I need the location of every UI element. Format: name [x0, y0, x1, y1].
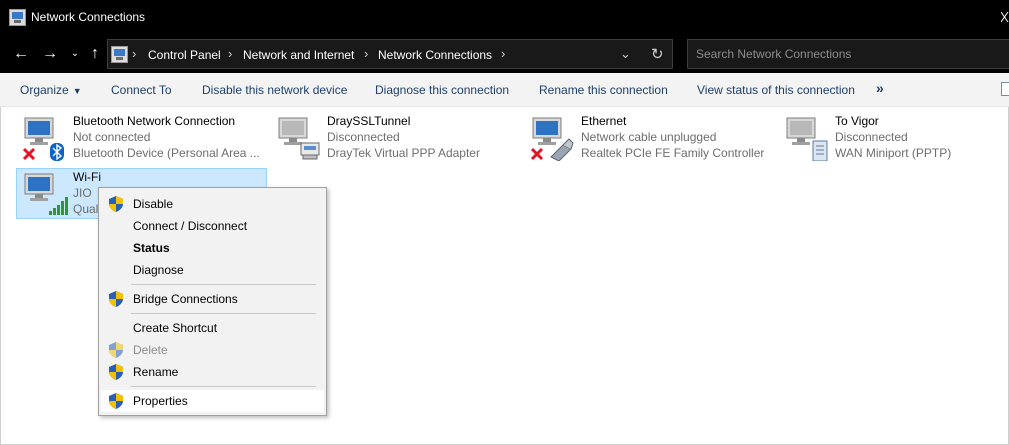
address-dropdown-chevron-icon[interactable]: ⌄	[620, 46, 631, 62]
breadcrumb-separator-icon[interactable]: ›	[364, 46, 368, 61]
title-bar: Network Connections	[0, 0, 1009, 36]
connection-name: Ethernet	[581, 114, 627, 128]
forward-arrow-icon[interactable]: →	[39, 44, 61, 64]
menu-item-label: Bridge Connections	[133, 292, 238, 306]
address-bar-row: ← → ⌄ ↑ › Control Panel › Network and In…	[0, 36, 1009, 73]
menu-item-properties[interactable]: Properties	[101, 390, 324, 412]
menu-separator	[131, 284, 316, 285]
menu-item-disable[interactable]: Disable	[101, 193, 324, 215]
uac-shield-icon	[109, 196, 123, 212]
menu-item-status[interactable]: Status	[101, 237, 324, 259]
ethernet-adapter-icon	[530, 117, 574, 161]
menu-item-label: Create Shortcut	[133, 321, 218, 335]
wan-miniport-icon	[786, 117, 828, 161]
search-box[interactable]	[687, 39, 1009, 69]
menu-item-rename[interactable]: Rename	[101, 361, 324, 383]
breadcrumb-network-and-internet[interactable]: Network and Internet	[243, 48, 354, 62]
connection-name: DraySSLTunnel	[327, 114, 411, 128]
menu-item-label: Properties	[133, 394, 188, 408]
vpn-adapter-icon	[278, 117, 320, 160]
address-breadcrumb[interactable]: › Control Panel › Network and Internet ›…	[107, 39, 673, 69]
organize-menu-button[interactable]: Organize ▼	[20, 83, 82, 97]
recent-locations-chevron-icon[interactable]: ⌄	[64, 44, 86, 64]
menu-item-create-shortcut[interactable]: Create Shortcut	[101, 317, 324, 339]
search-input[interactable]	[688, 40, 1009, 68]
breadcrumb-separator-icon[interactable]: ›	[501, 46, 505, 61]
menu-separator	[131, 386, 316, 387]
connection-device: DrayTek Virtual PPP Adapter	[327, 146, 480, 160]
disable-device-button[interactable]: Disable this network device	[202, 83, 347, 97]
connection-status: Network cable unplugged	[581, 130, 717, 144]
connection-device: WAN Miniport (PPTP)	[835, 146, 952, 160]
change-view-icon[interactable]	[1001, 82, 1009, 96]
uac-shield-icon	[109, 393, 123, 409]
view-status-button[interactable]: View status of this connection	[697, 83, 855, 97]
connection-bluetooth[interactable]: Bluetooth Network Connection Not connect…	[17, 113, 269, 163]
breadcrumb-separator-icon[interactable]: ›	[228, 46, 232, 61]
bluetooth-adapter-icon	[22, 117, 64, 161]
menu-item-label: Rename	[133, 365, 179, 379]
connection-device: Realtek PCIe FE Family Controller	[581, 146, 765, 160]
close-icon[interactable]	[1001, 10, 1009, 24]
connect-to-button[interactable]: Connect To	[111, 83, 172, 97]
connection-status: JIO	[73, 186, 92, 200]
menu-item-delete: Delete	[101, 339, 324, 361]
connection-name: Bluetooth Network Connection	[73, 114, 236, 128]
command-bar: Organize ▼ Connect To Disable this networ…	[0, 73, 1009, 107]
connection-name: To Vigor	[835, 114, 879, 128]
breadcrumb-network-connections[interactable]: Network Connections	[378, 48, 492, 62]
uac-shield-icon	[109, 291, 123, 307]
connection-status: Disconnected	[327, 130, 400, 144]
connection-status: Not connected	[73, 130, 151, 144]
dropdown-caret-icon: ▼	[72, 86, 82, 96]
menu-item-label: Delete	[133, 343, 168, 357]
menu-item-label: Connect / Disconnect	[133, 219, 248, 233]
diagnose-connection-button[interactable]: Diagnose this connection	[375, 83, 509, 97]
connection-to-vigor[interactable]: To Vigor Disconnected WAN Miniport (PPTP…	[779, 113, 1009, 163]
menu-item-bridge-connections[interactable]: Bridge Connections	[101, 288, 324, 310]
control-panel-icon	[111, 46, 128, 63]
organize-label: Organize	[20, 83, 69, 97]
breadcrumb-control-panel[interactable]: Control Panel	[148, 48, 221, 62]
connection-name: Wi-Fi	[73, 170, 101, 184]
menu-item-connect-disconnect[interactable]: Connect / Disconnect	[101, 215, 324, 237]
uac-shield-icon	[109, 364, 123, 380]
connection-drayssltunnel[interactable]: DraySSLTunnel Disconnected DrayTek Virtu…	[271, 113, 523, 163]
context-menu: Disable Connect / Disconnect Status Diag…	[98, 187, 327, 416]
menu-separator	[131, 313, 316, 314]
window-title: Network Connections	[31, 10, 146, 24]
menu-item-diagnose[interactable]: Diagnose	[101, 259, 324, 281]
up-arrow-icon[interactable]: ↑	[84, 44, 106, 64]
menu-item-label: Diagnose	[133, 263, 184, 277]
menu-item-label: Status	[133, 241, 170, 255]
connection-ethernet[interactable]: Ethernet Network cable unplugged Realtek…	[525, 113, 777, 163]
more-commands-button[interactable]: »	[876, 80, 884, 96]
connection-device: Qual	[73, 202, 99, 216]
breadcrumb-separator-icon[interactable]: ›	[132, 46, 136, 61]
network-connections-app-icon	[9, 9, 26, 26]
connection-device: Bluetooth Device (Personal Area ...	[73, 146, 260, 160]
menu-item-label: Disable	[133, 197, 174, 211]
back-arrow-icon[interactable]: ←	[10, 44, 32, 64]
connection-status: Disconnected	[835, 130, 908, 144]
rename-connection-button[interactable]: Rename this connection	[539, 83, 668, 97]
uac-shield-icon	[109, 342, 123, 358]
wifi-adapter-icon	[24, 173, 68, 215]
refresh-icon[interactable]: ↻	[651, 45, 664, 63]
